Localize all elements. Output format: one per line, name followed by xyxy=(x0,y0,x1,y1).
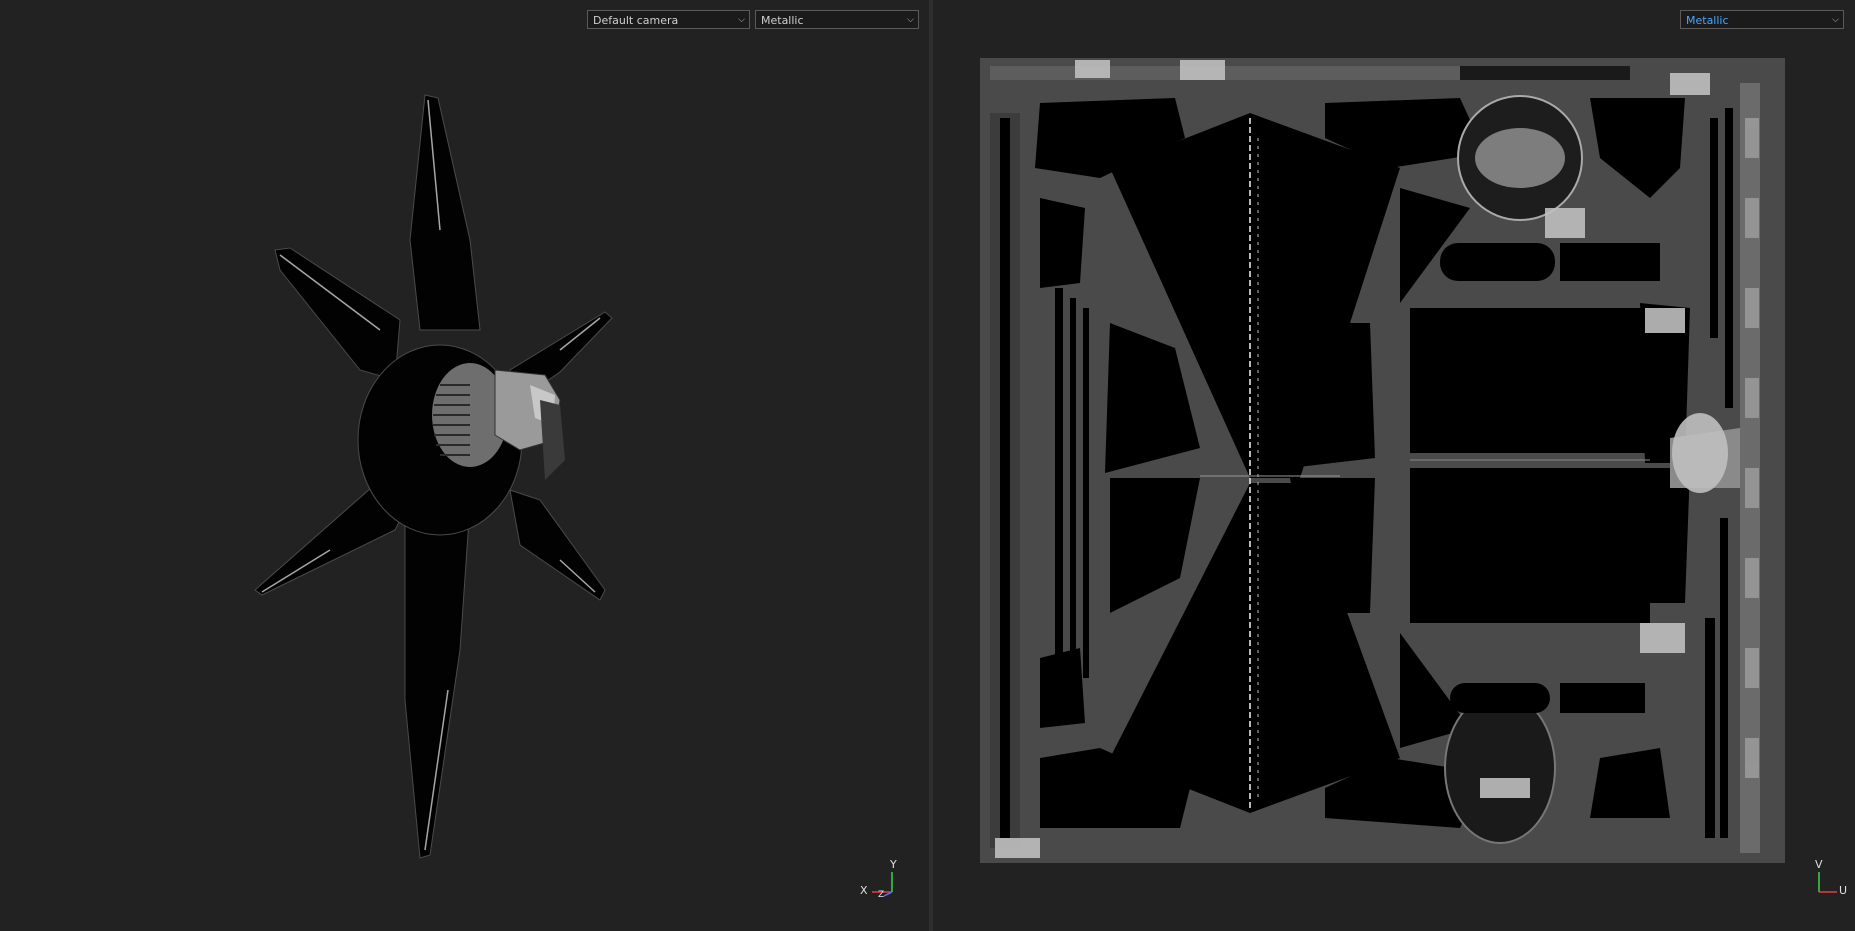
channel-select-2d[interactable]: Metallic ⌵ xyxy=(1680,10,1844,29)
model-render[interactable] xyxy=(0,0,929,931)
axis-gizmo-2d: V U xyxy=(1813,858,1853,902)
lower-right-fin xyxy=(509,489,606,601)
bottom-fin xyxy=(404,504,471,859)
viewport-3d[interactable]: Default camera ⌵ Metallic ⌵ Y X Z xyxy=(0,0,929,931)
uv-texture-canvas[interactable] xyxy=(980,58,1785,863)
upper-left-fin xyxy=(274,247,401,381)
uv-islands xyxy=(980,58,1785,863)
viewport-2d[interactable]: Metallic ⌵ V U xyxy=(933,0,1855,931)
axis-z-label: Z xyxy=(878,890,885,900)
axis-gizmo-3d: Y X Z xyxy=(858,858,898,902)
top-fin xyxy=(409,94,481,331)
side-panel xyxy=(540,400,565,480)
axis-y-label: Y xyxy=(890,858,897,871)
channel-select-2d-value: Metallic xyxy=(1686,14,1729,27)
axis-x-label: X xyxy=(860,884,868,897)
chevron-down-icon: ⌵ xyxy=(1832,15,1839,25)
axis-u-label: U xyxy=(1839,884,1848,897)
axis-v-label: V xyxy=(1815,858,1823,871)
